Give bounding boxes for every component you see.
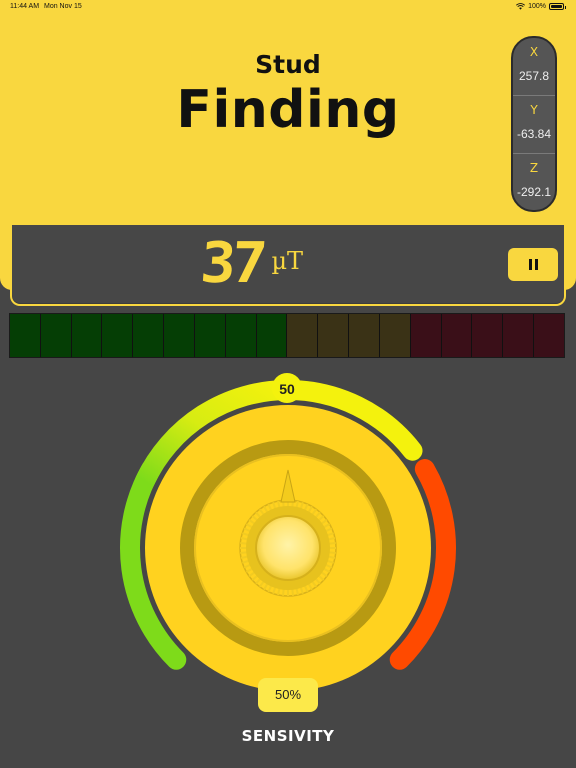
level-segment bbox=[102, 314, 134, 357]
knob-value-badge: 50 bbox=[272, 373, 302, 403]
level-segment bbox=[71, 314, 103, 357]
knob-value-text: 50 bbox=[279, 381, 295, 397]
sensitivity-percent-button[interactable]: 50% bbox=[258, 678, 318, 712]
status-right: 100% bbox=[516, 3, 566, 10]
battery-icon bbox=[549, 3, 566, 10]
level-segment bbox=[472, 314, 504, 357]
reading-display: 37 µT bbox=[198, 231, 304, 296]
level-segment bbox=[40, 314, 72, 357]
reading-panel: 37 µT bbox=[10, 225, 566, 306]
level-segment bbox=[379, 314, 411, 357]
axis-z-value: -292.1 bbox=[516, 185, 552, 199]
page-title: Finding bbox=[176, 80, 400, 140]
sensitivity-label: SENSIVITY bbox=[241, 727, 335, 745]
page-subtitle: Stud bbox=[255, 50, 321, 79]
status-time: 11:44 AM bbox=[10, 3, 40, 10]
level-segment bbox=[441, 314, 473, 357]
wifi-icon bbox=[516, 3, 526, 10]
level-segment bbox=[503, 314, 535, 357]
level-segment bbox=[410, 314, 442, 357]
knob-cap[interactable] bbox=[255, 515, 321, 581]
sensitivity-dial[interactable]: 50 bbox=[0, 360, 576, 690]
field-strength-value: 37 bbox=[198, 231, 266, 296]
axis-x-label: X bbox=[529, 45, 539, 59]
axis-x-cell: X 257.8 bbox=[513, 38, 555, 96]
axis-x-value: 257.8 bbox=[518, 69, 550, 83]
level-segment bbox=[318, 314, 350, 357]
axis-y-value: -63.84 bbox=[516, 127, 552, 141]
axis-z-label: Z bbox=[529, 161, 539, 175]
axis-y-label: Y bbox=[530, 103, 538, 117]
level-segment bbox=[225, 314, 257, 357]
axis-z-cell: Z -292.1 bbox=[513, 154, 555, 210]
status-bar: 11:44 AM Mon Nov 15 100% bbox=[0, 0, 576, 16]
level-segment bbox=[164, 314, 195, 357]
level-segment bbox=[534, 314, 564, 357]
level-segment bbox=[287, 314, 319, 357]
pause-button[interactable] bbox=[508, 248, 558, 281]
level-segment bbox=[10, 314, 41, 357]
level-segment bbox=[349, 314, 380, 357]
status-date: Mon Nov 15 bbox=[44, 3, 82, 10]
pause-icon-bar-right bbox=[534, 259, 538, 270]
level-segment bbox=[133, 314, 165, 357]
level-meter bbox=[9, 313, 565, 358]
axis-readout-panel: X 257.8 Y -63.84 Z -292.1 bbox=[511, 36, 557, 212]
field-strength-unit: µT bbox=[271, 247, 304, 275]
level-segment bbox=[256, 314, 288, 357]
level-segment bbox=[194, 314, 226, 357]
battery-percent: 100% bbox=[528, 3, 546, 10]
axis-y-cell: Y -63.84 bbox=[513, 96, 555, 154]
pause-icon-bar-left bbox=[528, 259, 532, 270]
